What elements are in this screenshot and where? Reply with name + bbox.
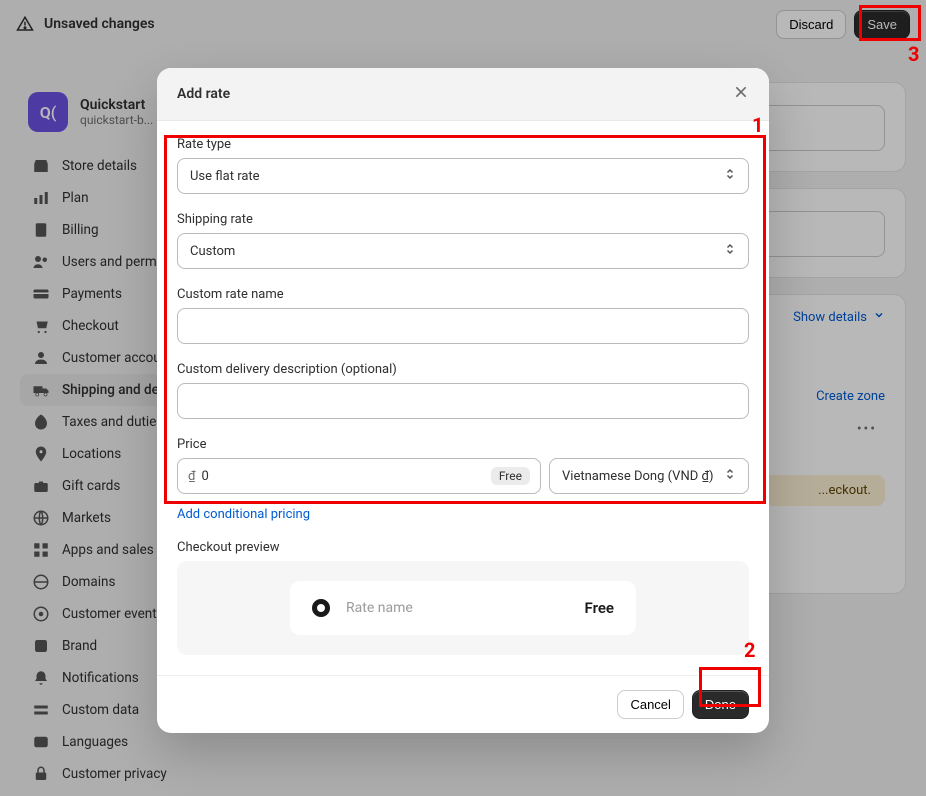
chevron-updown-icon <box>724 167 736 185</box>
chevron-updown-icon <box>724 467 736 485</box>
cancel-button[interactable]: Cancel <box>617 690 683 719</box>
modal-title: Add rate <box>177 86 230 102</box>
preview-rate-name: Rate name <box>346 600 569 616</box>
add-conditional-pricing-link[interactable]: Add conditional pricing <box>177 507 310 522</box>
radio-icon <box>312 599 330 617</box>
price-input[interactable]: ₫ 0 Free <box>177 458 541 494</box>
currency-symbol: ₫ <box>188 469 196 484</box>
custom-name-label: Custom rate name <box>177 287 749 302</box>
custom-name-input[interactable] <box>177 308 749 344</box>
shipping-rate-label: Shipping rate <box>177 212 749 227</box>
price-row: ₫ 0 Free Vietnamese Dong (VND ₫) <box>177 458 749 494</box>
price-value: 0 <box>202 469 491 484</box>
preview-label: Checkout preview <box>177 540 749 555</box>
custom-name-group: Custom rate name <box>177 287 749 344</box>
rate-type-group: Rate type Use flat rate <box>177 137 749 194</box>
preview-card: Rate name Free <box>290 581 636 635</box>
close-icon[interactable] <box>733 84 749 104</box>
delivery-desc-label: Custom delivery description (optional) <box>177 362 749 377</box>
preview-group: Checkout preview Rate name Free <box>177 540 749 655</box>
done-button[interactable]: Done <box>692 690 749 719</box>
modal-header: Add rate <box>157 68 769 121</box>
rate-type-select[interactable]: Use flat rate <box>177 158 749 194</box>
price-label: Price <box>177 437 749 452</box>
modal-body: Rate type Use flat rate Shipping rate Cu… <box>157 121 769 675</box>
modal-footer: Cancel Done <box>157 675 769 733</box>
delivery-desc-input[interactable] <box>177 383 749 419</box>
rate-type-label: Rate type <box>177 137 749 152</box>
preview-price: Free <box>585 599 614 617</box>
shipping-rate-group: Shipping rate Custom <box>177 212 749 269</box>
delivery-desc-group: Custom delivery description (optional) <box>177 362 749 419</box>
shipping-rate-select[interactable]: Custom <box>177 233 749 269</box>
currency-select[interactable]: Vietnamese Dong (VND ₫) <box>549 458 749 494</box>
price-group: Price ₫ 0 Free Vietnamese Dong (VND ₫) A… <box>177 437 749 522</box>
add-rate-modal: Add rate Rate type Use flat rate Shippin… <box>157 68 769 733</box>
preview-pane: Rate name Free <box>177 561 749 655</box>
free-badge: Free <box>491 467 530 485</box>
chevron-updown-icon <box>724 242 736 260</box>
